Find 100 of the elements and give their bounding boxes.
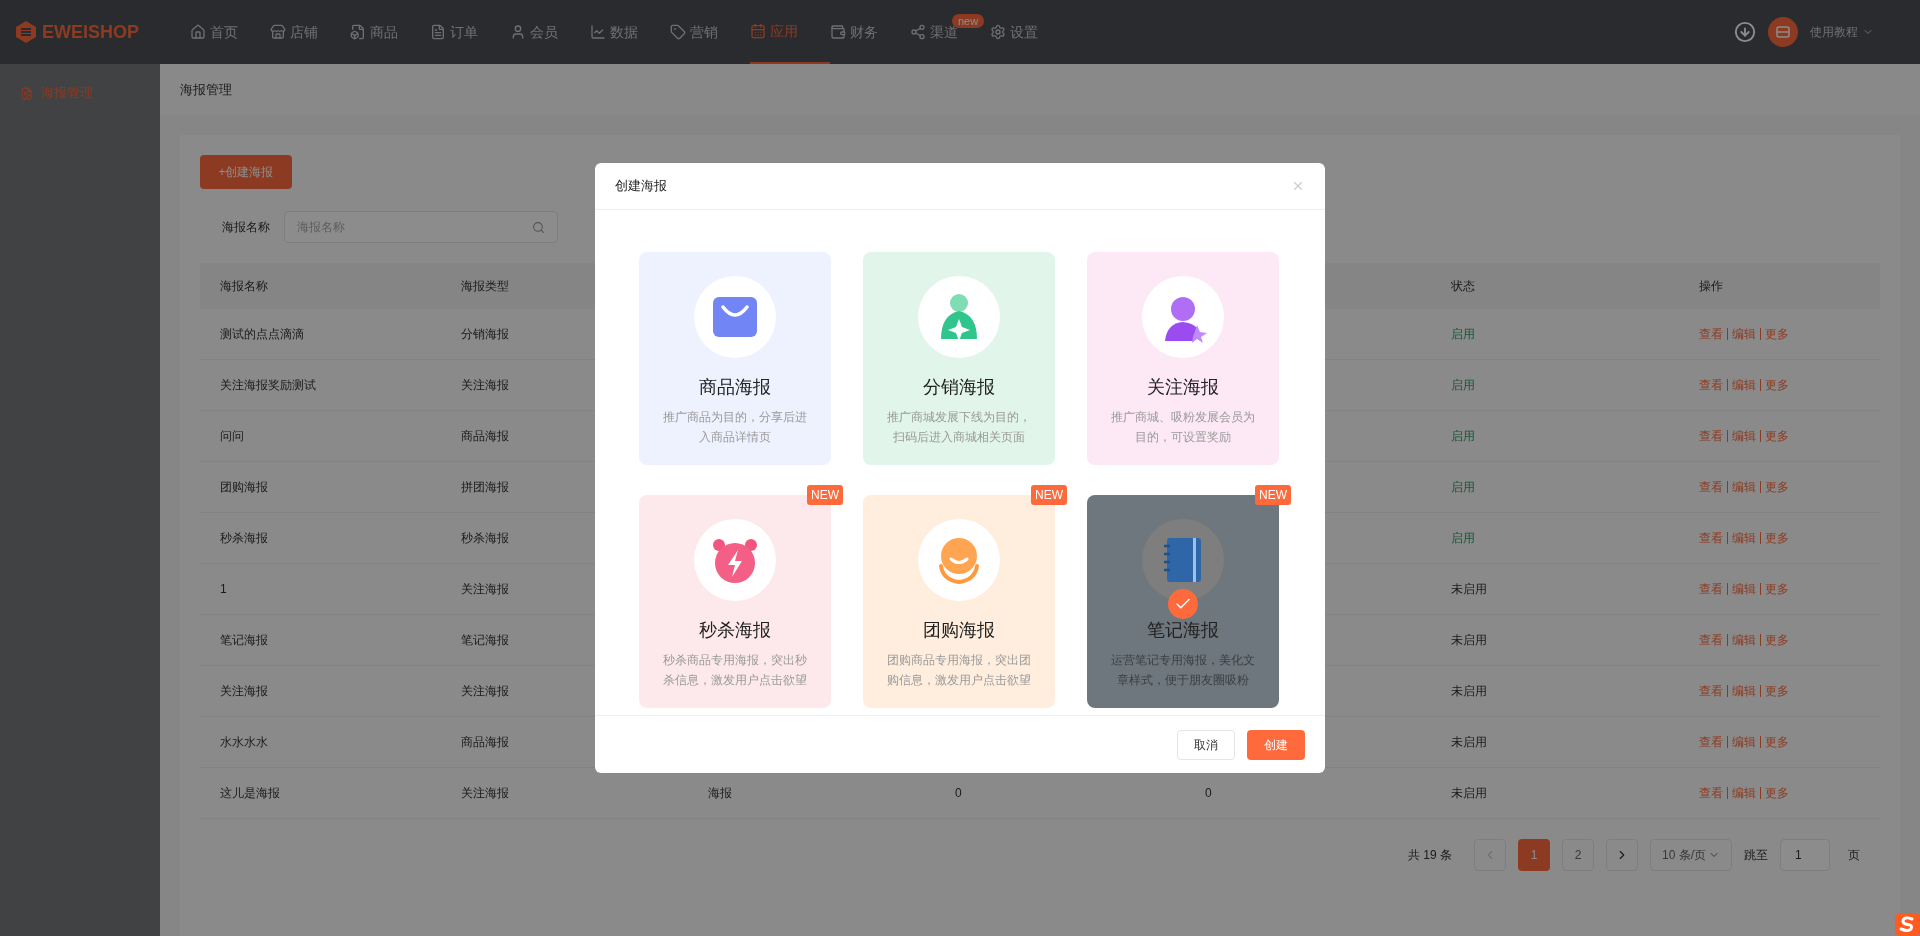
action-link[interactable]: 查看 (1699, 580, 1723, 598)
action-link[interactable]: 查看 (1699, 631, 1723, 649)
nav-tab[interactable]: 商品 (350, 0, 430, 64)
action-link[interactable]: 查看 (1699, 478, 1723, 496)
table-cell-text: 问问 (220, 428, 244, 445)
avatar[interactable] (1768, 17, 1798, 47)
jump-label: 跳至 (1744, 847, 1768, 864)
action-link[interactable]: 编辑 (1732, 529, 1756, 547)
action-link[interactable]: 查看 (1699, 733, 1723, 751)
table-cell-text: 拼团海报 (461, 479, 509, 496)
action-link[interactable]: 更多 (1765, 376, 1789, 394)
status-text: 启用 (1451, 326, 1475, 343)
create-poster-button[interactable]: +创建海报 (200, 155, 292, 189)
action-link[interactable]: 编辑 (1732, 376, 1756, 394)
app-icon[interactable] (1894, 912, 1920, 936)
nav-icon (750, 23, 766, 39)
action-link[interactable]: 查看 (1699, 427, 1723, 445)
action-link[interactable]: 更多 (1765, 427, 1789, 445)
action-link[interactable]: 编辑 (1732, 427, 1756, 445)
action-link[interactable]: 更多 (1765, 631, 1789, 649)
card-description: 推广商城发展下线为目的，扫码后进入商城相关页面 (886, 409, 1032, 446)
search-icon (532, 220, 545, 234)
action-link[interactable]: 更多 (1765, 478, 1789, 496)
column-header: 海报类型 (461, 278, 509, 295)
nav-tab[interactable]: 设置 (990, 0, 1070, 64)
action-link[interactable]: 更多 (1765, 325, 1789, 343)
nav-tab[interactable]: 订单 (430, 0, 510, 64)
card-description: 团购商品专用海报，突出团购信息，激发用户点击欲望 (886, 652, 1032, 689)
sidebar-item[interactable]: 海报管理 (0, 78, 160, 108)
status-text: 未启用 (1451, 632, 1487, 649)
status-text: 未启用 (1451, 734, 1487, 751)
action-link[interactable]: 更多 (1765, 580, 1789, 598)
card-description: 推广商城、吸粉发展会员为目的，可设置奖励 (1110, 409, 1256, 446)
action-link[interactable]: 编辑 (1732, 733, 1756, 751)
table-cell-text: 关注海报 (461, 785, 509, 802)
nav-icon (270, 24, 286, 40)
action-link[interactable]: 更多 (1765, 733, 1789, 751)
status-text: 启用 (1451, 479, 1475, 496)
page-size-select[interactable]: 10 条/页 (1650, 839, 1732, 871)
new-badge: new (952, 14, 985, 28)
action-link[interactable]: 查看 (1699, 682, 1723, 700)
table-cell-text: 商品海报 (461, 428, 509, 445)
action-link[interactable]: 编辑 (1732, 478, 1756, 496)
page-button[interactable]: 1 (1518, 839, 1550, 871)
table-cell-text: 海报 (708, 785, 732, 802)
nav-tab[interactable]: 首页 (190, 0, 270, 64)
action-link[interactable]: 编辑 (1732, 784, 1756, 802)
status-text: 未启用 (1451, 683, 1487, 700)
action-link[interactable]: 编辑 (1732, 580, 1756, 598)
nav-icon (430, 24, 446, 40)
action-link[interactable]: 查看 (1699, 784, 1723, 802)
logo-text: EWEISHOP (42, 20, 139, 44)
nav-tab[interactable]: 数据 (590, 0, 670, 64)
document-icon (20, 86, 33, 100)
nav-icon (670, 24, 686, 40)
action-link[interactable]: 编辑 (1732, 631, 1756, 649)
nav-icon (830, 24, 846, 40)
nav-tab[interactable]: 营销 (670, 0, 750, 64)
column-header: 操作 (1699, 278, 1723, 295)
action-link[interactable]: 查看 (1699, 325, 1723, 343)
action-link[interactable]: 编辑 (1732, 325, 1756, 343)
create-button[interactable]: 创建 (1247, 729, 1305, 760)
cancel-button[interactable]: 取消 (1177, 729, 1235, 760)
table-cell-text: 商品海报 (461, 734, 509, 751)
action-link[interactable]: 更多 (1765, 682, 1789, 700)
column-header: 状态 (1451, 278, 1475, 295)
table-cell-text: 笔记海报 (461, 632, 509, 649)
action-link[interactable]: 编辑 (1732, 682, 1756, 700)
new-badge: NEW (1255, 485, 1291, 505)
page-button[interactable]: 2 (1562, 839, 1594, 871)
nav-icon (910, 24, 926, 40)
card-title: 关注海报 (1147, 376, 1219, 399)
table-cell-text: 这儿是海报 (220, 785, 280, 802)
new-badge: NEW (1031, 485, 1067, 505)
action-link[interactable]: 更多 (1765, 529, 1789, 547)
download-icon[interactable] (1734, 21, 1756, 43)
nav-icon (510, 24, 526, 40)
card-title: 笔记海报 (1147, 619, 1219, 642)
action-link[interactable]: 查看 (1699, 376, 1723, 394)
table-cell-text: 0 (955, 785, 962, 802)
poster-type-card[interactable]: 关注海报 推广商城、吸粉发展会员为目的，可设置奖励 (1087, 252, 1279, 465)
status-text: 未启用 (1451, 785, 1487, 802)
nav-tab[interactable]: 渠道 new (910, 0, 990, 64)
page-input[interactable]: 1 (1780, 839, 1830, 871)
card-title: 秒杀海报 (699, 619, 771, 642)
nav-tab[interactable]: 店铺 (270, 0, 350, 64)
nav-tab[interactable]: 财务 (830, 0, 910, 64)
status-text: 启用 (1451, 530, 1475, 547)
dialog-title: 创建海报 (615, 177, 667, 196)
table-cell-text: 关注海报 (461, 377, 509, 394)
status-text: 未启用 (1451, 581, 1487, 598)
poster-type-card[interactable]: 分销海报 推广商城发展下线为目的，扫码后进入商城相关页面 (863, 252, 1055, 465)
nav-tab[interactable]: 会员 (510, 0, 590, 64)
status-text: 启用 (1451, 377, 1475, 394)
card-title: 商品海报 (699, 376, 771, 399)
action-link[interactable]: 更多 (1765, 784, 1789, 802)
user-menu[interactable]: 使用教程 (1810, 23, 1874, 41)
table-cell-text: 0 (1205, 785, 1212, 802)
poster-type-card[interactable]: 商品海报 推广商品为目的，分享后进入商品详情页 (639, 252, 831, 465)
action-link[interactable]: 查看 (1699, 529, 1723, 547)
